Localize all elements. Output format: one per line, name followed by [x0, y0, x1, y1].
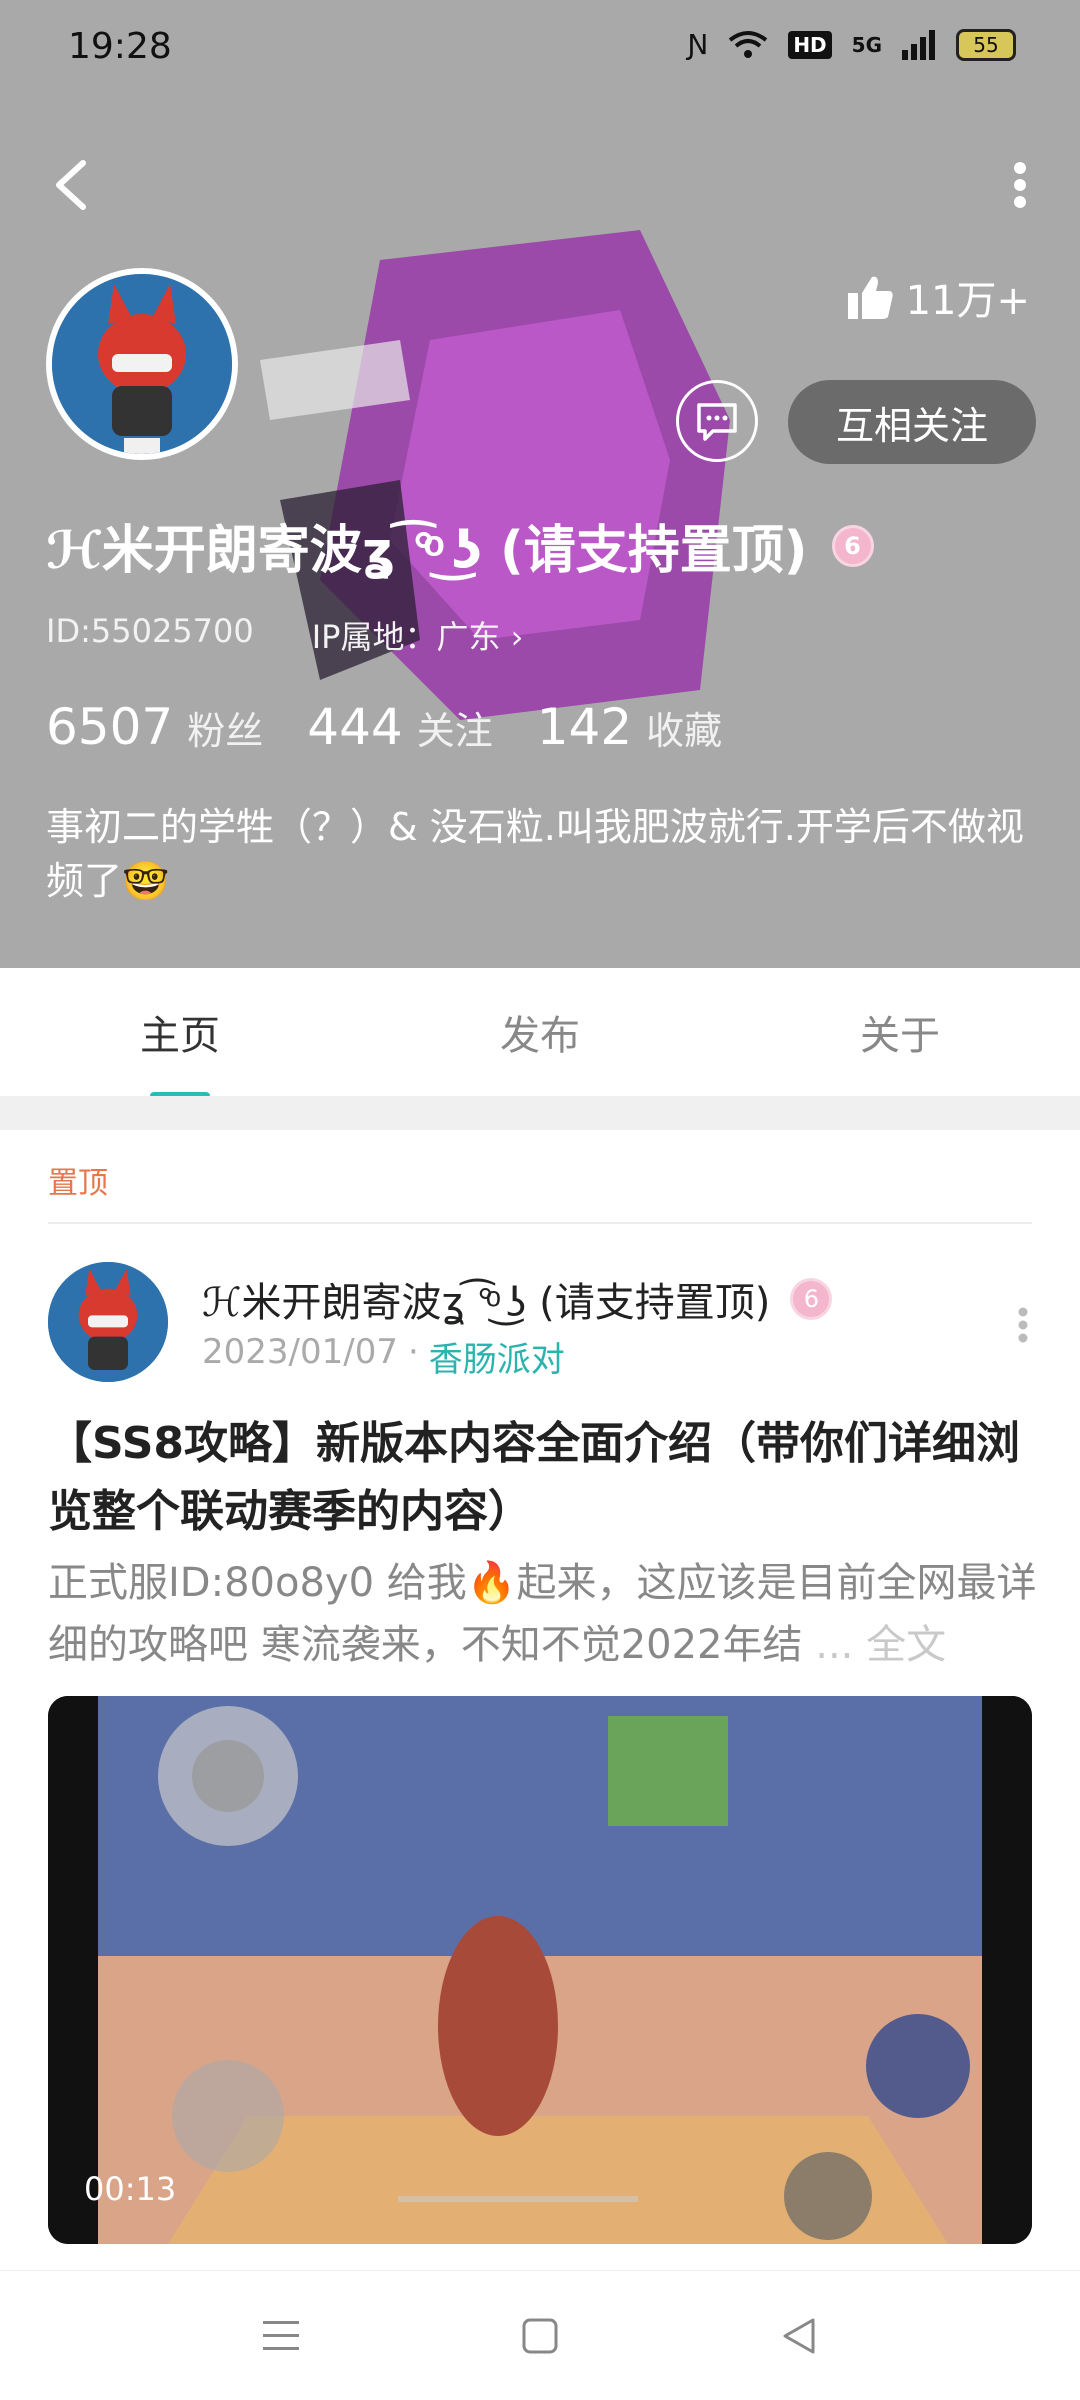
more-vertical-icon [1014, 162, 1026, 208]
post-date: 2023/01/07 [202, 1332, 398, 1372]
post-meta: 2023/01/07 · 香肠派对 [202, 1332, 565, 1381]
avatar-image [52, 274, 232, 454]
divider [48, 1222, 1032, 1224]
pinned-label: 置顶 [48, 1166, 108, 1201]
stat-fans-label: 粉丝 [187, 709, 264, 753]
stat-favorites[interactable]: 142 收藏 [537, 698, 722, 756]
full-text-link[interactable]: ... 全文 [815, 1622, 946, 1668]
nav-menu-button[interactable] [246, 2301, 316, 2371]
ip-location[interactable]: IP属地：广东 › [312, 612, 524, 658]
message-button[interactable] [676, 380, 758, 462]
profile-username: ℋ米开朗寄波ʓ ͡°ͦ ͜ʖ (请支持置顶) 6 [46, 508, 874, 583]
post-level-badge: 6 [790, 1278, 833, 1320]
post-author-name: ℋ米开朗寄波ʓ ͡°ͦ ͜ʖ (请支持置顶) [202, 1280, 771, 1326]
video-thumbnail [48, 1696, 1032, 2244]
stat-following[interactable]: 444 关注 [307, 698, 492, 756]
post-excerpt[interactable]: 正式服ID:80o8y0 给我🔥起来，这应该是目前全网最详细的攻略吧 寒流袭来，… [48, 1552, 1038, 1676]
stat-following-num: 444 [307, 698, 403, 756]
menu-icon [263, 2321, 299, 2350]
nav-home-button[interactable] [505, 2301, 575, 2371]
status-time: 19:28 [68, 26, 172, 67]
status-bar: 19:28 Ɲ HD 5G 55 [0, 0, 1080, 100]
back-arrow-icon [56, 160, 86, 210]
profile-bio: 事初二的学牲（？）& 没石粒.叫我肥波就行.开学后不做视频了🤓 [46, 805, 1024, 903]
stat-fans-num: 6507 [46, 698, 174, 756]
post-topic[interactable]: 香肠派对 [429, 1332, 565, 1381]
nfc-icon: Ɲ [687, 28, 709, 61]
tab-about[interactable]: 关于 [720, 968, 1080, 1096]
header-background-art [260, 230, 730, 720]
tab-home[interactable]: 主页 [0, 968, 360, 1096]
profile-meta: ID:55025700 IP属地：广东 › [46, 612, 523, 658]
stat-following-label: 关注 [416, 709, 493, 753]
tab-posts[interactable]: 发布 [360, 968, 720, 1096]
username-text: ℋ米开朗寄波ʓ ͡°ͦ ͜ʖ (请支持置顶) [46, 521, 808, 581]
post-author[interactable]: ℋ米开朗寄波ʓ ͡°ͦ ͜ʖ (请支持置顶) 6 [202, 1270, 833, 1328]
nav-back-button[interactable] [764, 2301, 834, 2371]
back-triangle-icon [783, 2318, 815, 2354]
user-id: ID:55025700 [46, 612, 254, 650]
home-square-icon [522, 2318, 558, 2354]
meta-separator: · [407, 1332, 419, 1372]
post-video[interactable]: 00:13 [48, 1696, 1032, 2244]
profile-avatar[interactable] [46, 268, 238, 460]
post-avatar-image [48, 1262, 168, 1382]
follow-button[interactable]: 互相关注 [788, 380, 1036, 464]
wifi-icon [729, 30, 768, 58]
stat-fans[interactable]: 6507 粉丝 [46, 698, 263, 756]
signal-icon [902, 29, 935, 60]
status-icons: Ɲ HD 5G 55 [687, 28, 1016, 61]
profile-stats: 6507 粉丝 444 关注 142 收藏 [46, 698, 722, 756]
level-badge: 6 [831, 524, 874, 567]
profile-tabs: 主页 发布 关于 [0, 968, 1080, 1096]
likes-count: 11万+ [846, 268, 1030, 326]
battery-indicator: 55 [956, 28, 1016, 61]
post-more-button[interactable] [998, 1300, 1048, 1350]
likes-value: 11万+ [905, 278, 1030, 324]
video-timestamp: 00:13 [84, 2170, 177, 2208]
more-vertical-icon [1018, 1307, 1028, 1343]
post-author-avatar[interactable] [48, 1262, 168, 1382]
post-title[interactable]: 【SS8攻略】新版本内容全面介绍（带你们详细浏览整个联动赛季的内容） [48, 1410, 1038, 1546]
hd-badge: HD [788, 30, 832, 59]
system-nav-bar [0, 2270, 1080, 2400]
more-options-button[interactable] [990, 150, 1050, 220]
thumbs-up-icon [847, 276, 893, 319]
message-icon [697, 403, 737, 441]
back-button[interactable] [40, 150, 100, 220]
profile-header: 19:28 Ɲ HD 5G 55 11万+ 互相关注 ℋ米开朗寄波ʓ ͡°ͦ ͜… [0, 0, 1080, 968]
section-gap [0, 1096, 1080, 1130]
stat-favorites-label: 收藏 [646, 709, 723, 753]
stat-favorites-num: 142 [536, 698, 633, 756]
network-label: 5G [851, 32, 882, 57]
